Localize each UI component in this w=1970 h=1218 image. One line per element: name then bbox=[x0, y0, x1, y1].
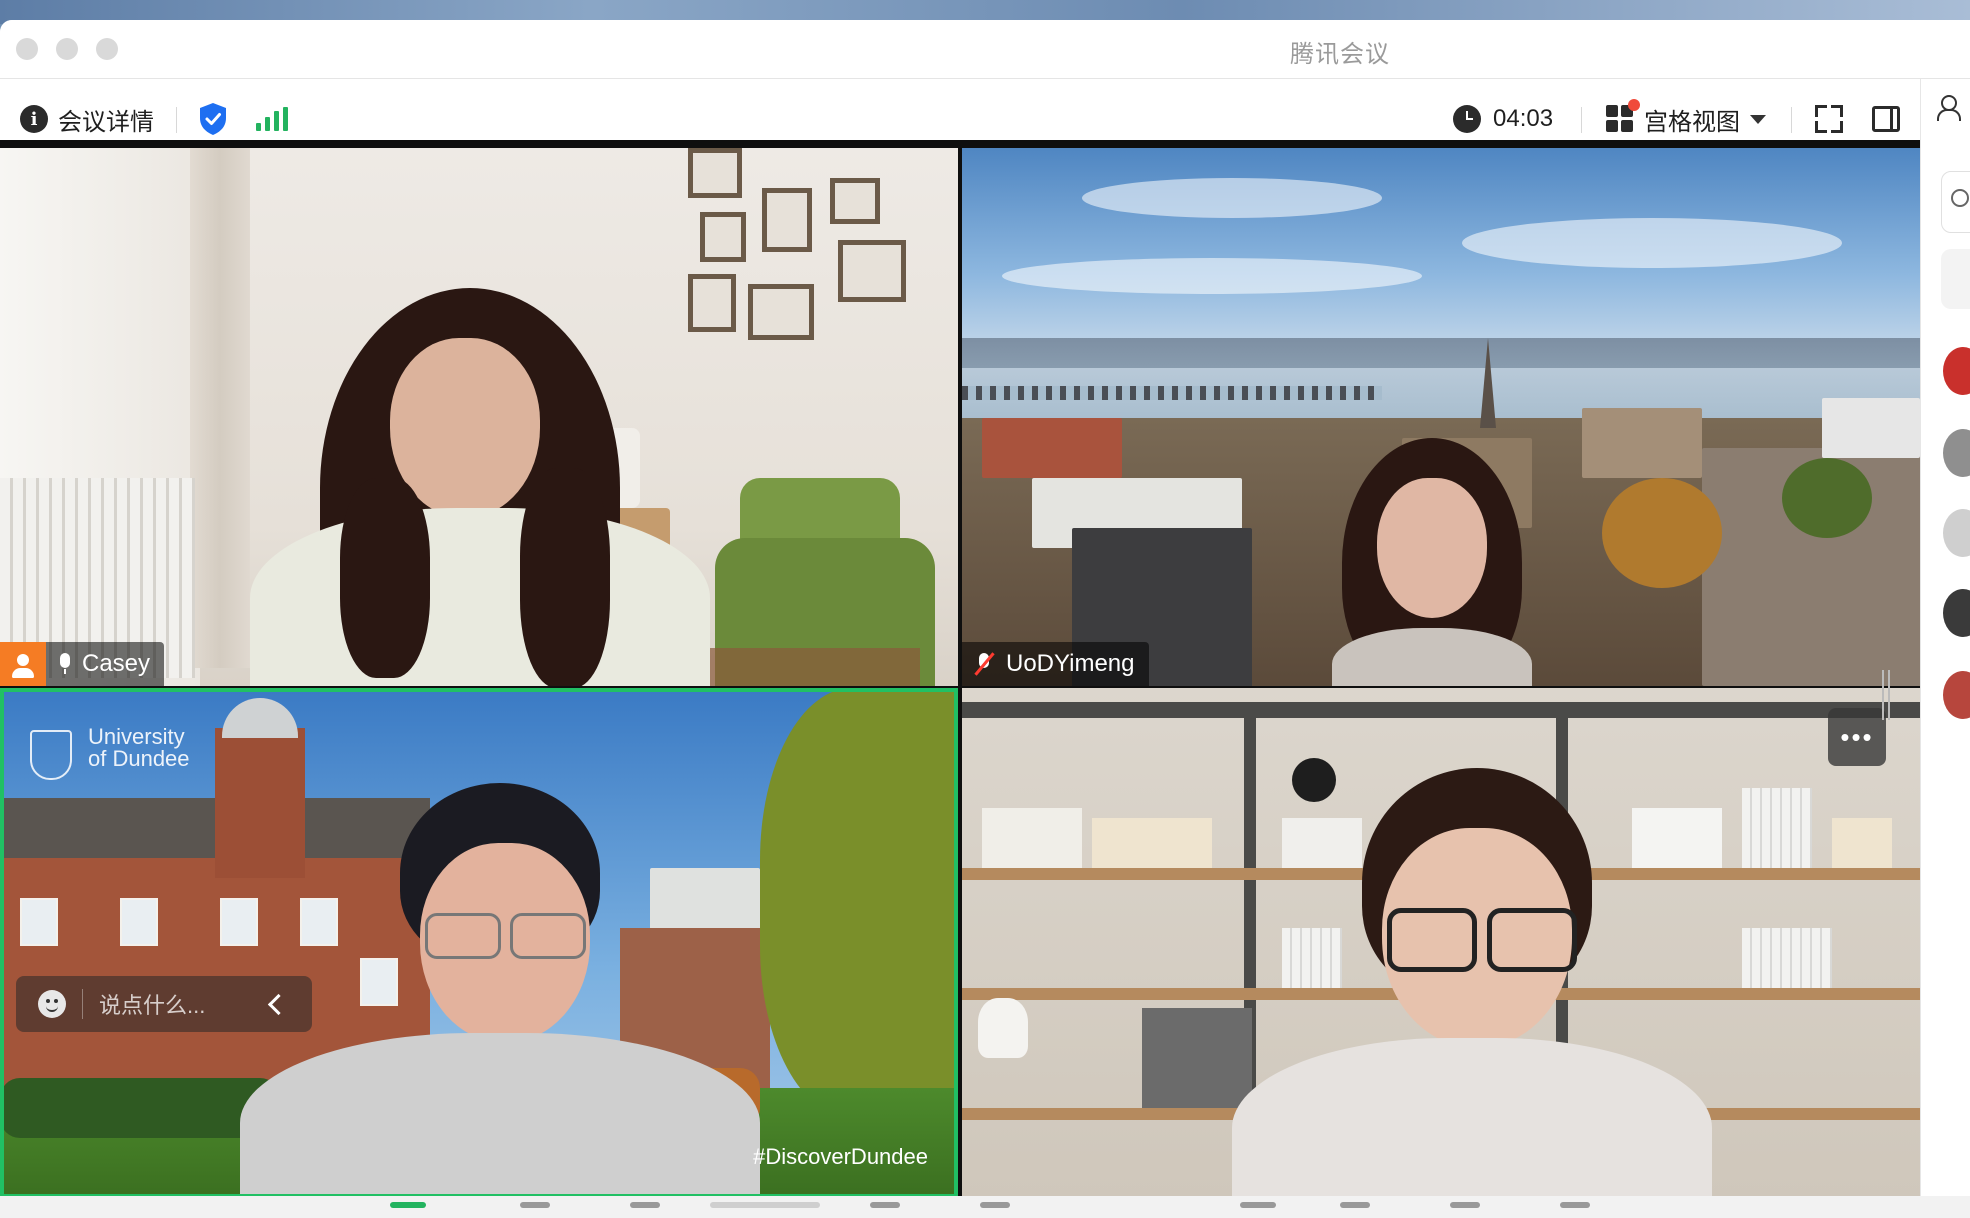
chat-placeholder[interactable]: 说点什么... bbox=[99, 988, 271, 1020]
video-tile-uodyimeng[interactable]: UoDYimeng bbox=[962, 148, 1920, 686]
participant-name: UoDYimeng bbox=[1006, 650, 1135, 677]
picture-frame bbox=[762, 188, 812, 252]
avatar[interactable] bbox=[1943, 589, 1970, 637]
autumn-tree bbox=[1602, 478, 1722, 588]
window bbox=[20, 898, 58, 946]
building bbox=[1582, 408, 1702, 478]
picture-frame bbox=[688, 148, 742, 198]
cloud bbox=[1002, 258, 1422, 294]
toolbar-divider bbox=[176, 107, 177, 133]
avatar[interactable] bbox=[1943, 429, 1970, 477]
avatar[interactable] bbox=[1943, 671, 1970, 719]
video-tile-4[interactable]: ••• bbox=[962, 688, 1920, 1198]
building bbox=[1822, 398, 1920, 458]
toolbar-button[interactable] bbox=[1340, 1202, 1370, 1208]
toolbar-button[interactable] bbox=[390, 1202, 426, 1208]
tree bbox=[760, 688, 958, 1118]
vase bbox=[978, 998, 1028, 1058]
university-logo-text: University of Dundee bbox=[88, 724, 190, 771]
toolbar-button[interactable] bbox=[1240, 1202, 1276, 1208]
books bbox=[1742, 788, 1812, 868]
picture-frame bbox=[838, 240, 906, 302]
participant-video-4 bbox=[1212, 768, 1732, 1198]
toolbar-button[interactable] bbox=[710, 1202, 820, 1208]
more-options-button[interactable]: ••• bbox=[1828, 708, 1886, 766]
meeting-details-label: 会议详情 bbox=[58, 108, 154, 136]
zoom-window-button[interactable] bbox=[96, 38, 118, 60]
toolbar-button[interactable] bbox=[1560, 1202, 1590, 1208]
cloud bbox=[1082, 178, 1382, 218]
cloud bbox=[1462, 218, 1842, 268]
window bbox=[120, 898, 158, 946]
books bbox=[1742, 928, 1832, 988]
fullscreen-icon bbox=[1815, 105, 1843, 133]
video-tile-casey[interactable]: Casey bbox=[0, 148, 958, 686]
picture-frame bbox=[700, 212, 746, 262]
close-window-button[interactable] bbox=[16, 38, 38, 60]
meeting-window: 腾讯会议 i 会议详情 04:03 宫格视图 Casey UoDYimeng U… bbox=[0, 20, 1970, 1218]
microphone-icon bbox=[58, 653, 72, 675]
participant-video-casey bbox=[250, 288, 710, 686]
chat-input-bar[interactable]: 说点什么... bbox=[16, 976, 312, 1032]
signal-strength-icon bbox=[256, 107, 288, 131]
participant-name-tag: Casey bbox=[0, 642, 165, 686]
building bbox=[982, 418, 1122, 478]
sidebar-panel-box bbox=[1941, 249, 1970, 309]
participant-video-active-speaker bbox=[240, 783, 760, 1198]
toolbar-divider bbox=[1791, 107, 1792, 133]
toolbar-divider bbox=[1581, 107, 1582, 133]
title-bar: 腾讯会议 bbox=[0, 20, 1970, 79]
minimize-window-button[interactable] bbox=[56, 38, 78, 60]
books bbox=[1832, 818, 1892, 868]
toolbar-button[interactable] bbox=[980, 1202, 1010, 1208]
bottom-toolbar bbox=[0, 1196, 1970, 1218]
video-tile-active-speaker[interactable]: University of Dundee #DiscoverDundee 说点什… bbox=[0, 688, 958, 1198]
rail-bridge bbox=[962, 386, 1382, 400]
microphone-muted-icon bbox=[972, 652, 996, 676]
search-icon bbox=[1951, 189, 1969, 207]
side-panel-icon bbox=[1872, 106, 1900, 132]
toolbar-button[interactable] bbox=[1450, 1202, 1480, 1208]
panel-resize-handle[interactable] bbox=[1882, 670, 1890, 720]
hedge bbox=[0, 1078, 280, 1138]
shield-check-icon bbox=[200, 103, 226, 135]
clock-icon bbox=[1453, 105, 1481, 133]
view-mode-label: 宫格视图 bbox=[1644, 108, 1740, 136]
participant-video-uodyimeng bbox=[1322, 438, 1542, 686]
grid-view-icon bbox=[1606, 99, 1640, 133]
timer-value: 04:03 bbox=[1493, 105, 1554, 132]
info-icon: i bbox=[20, 105, 48, 133]
avatar[interactable] bbox=[1943, 347, 1970, 395]
notification-dot bbox=[1628, 99, 1640, 111]
chevron-down-icon bbox=[1750, 114, 1766, 124]
curtain bbox=[190, 148, 250, 668]
avatar[interactable] bbox=[1943, 509, 1970, 557]
picture-frame bbox=[830, 178, 880, 224]
university-logo bbox=[30, 730, 72, 780]
tree bbox=[1782, 458, 1872, 538]
toolbar-button[interactable] bbox=[630, 1202, 660, 1208]
church-spire bbox=[1480, 338, 1496, 428]
books bbox=[1092, 818, 1212, 868]
shelf-beam bbox=[962, 702, 1920, 718]
window-title: 腾讯会议 bbox=[1290, 41, 1390, 68]
chat-divider bbox=[82, 989, 83, 1019]
video-grid: Casey UoDYimeng University of Dundee #Di… bbox=[0, 140, 1920, 1198]
participants-sidebar bbox=[1920, 79, 1970, 1218]
participant-name-tag: UoDYimeng bbox=[962, 642, 1149, 686]
participant-name: Casey bbox=[82, 650, 151, 677]
picture-frame bbox=[748, 284, 814, 340]
chevron-left-icon[interactable] bbox=[267, 993, 290, 1015]
discover-dundee-hashtag: #DiscoverDundee bbox=[753, 1144, 928, 1169]
toolbar-button[interactable] bbox=[870, 1202, 900, 1208]
emoji-icon[interactable] bbox=[38, 990, 66, 1018]
users-icon[interactable] bbox=[1935, 95, 1961, 121]
host-icon bbox=[0, 642, 46, 686]
toolbar-button[interactable] bbox=[520, 1202, 550, 1208]
box bbox=[982, 808, 1082, 868]
